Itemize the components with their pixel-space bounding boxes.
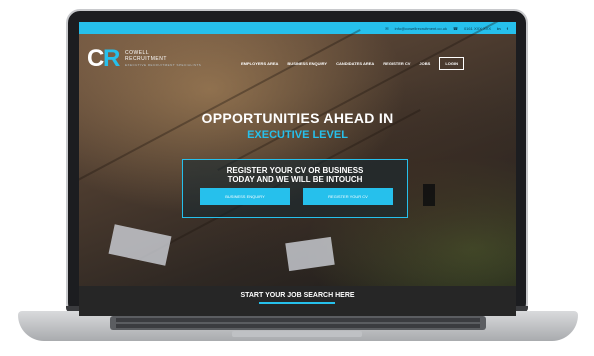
laptop-keyboard — [110, 316, 486, 330]
business-enquiry-button[interactable]: BUSINESS ENQUIRY — [200, 188, 290, 205]
contact-topbar: ✉ info@cowellrecruitment.co.uk ☎ 0161 XX… — [79, 22, 516, 34]
cta-text: REGISTER YOUR CV OR BUSINESS TODAY AND W… — [183, 166, 407, 184]
nav-jobs[interactable]: JOBS — [419, 61, 430, 66]
job-search-underline — [259, 302, 335, 304]
linkedin-icon[interactable]: in — [497, 26, 501, 31]
hero-section: C R COWELL RECRUITMENT EXECUTIVE RECRUIT… — [79, 22, 516, 286]
phone-icon: ☎ — [452, 25, 458, 31]
job-search-band: START YOUR JOB SEARCH HERE — [79, 286, 516, 316]
register-cv-button[interactable]: REGISTER YOUR CV — [303, 188, 393, 205]
laptop-trackpad — [232, 331, 362, 337]
website-screen: ✉ info@cowellrecruitment.co.uk ☎ 0161 XX… — [79, 22, 516, 316]
logo-tagline: EXECUTIVE RECRUITMENT SPECIALISTS — [125, 63, 202, 67]
logo-text: COWELL RECRUITMENT EXECUTIVE RECRUITMENT… — [125, 50, 201, 68]
register-cta-box: REGISTER YOUR CV OR BUSINESS TODAY AND W… — [182, 159, 408, 218]
hero-title: OPPORTUNITIES AHEAD IN — [201, 110, 394, 126]
site-logo[interactable]: C R COWELL RECRUITMENT EXECUTIVE RECRUIT… — [87, 46, 201, 72]
nav-register-cv[interactable]: REGISTER CV — [383, 61, 410, 66]
cta-line-1: REGISTER YOUR CV OR BUSINESS — [226, 166, 364, 175]
nav-business-enquiry[interactable]: BUSINESS ENQUIRY — [287, 61, 327, 66]
nav-candidates-area[interactable]: CANDIDATES AREA — [336, 61, 374, 66]
background-document — [285, 236, 335, 272]
login-button[interactable]: LOGIN — [439, 57, 464, 70]
floor-texture — [217, 22, 501, 171]
job-search-title: START YOUR JOB SEARCH HERE — [240, 292, 355, 299]
nav-employers-area[interactable]: EMPLOYERS AREA — [241, 61, 278, 66]
cta-line-2: TODAY AND WE WILL BE INTOUCH — [227, 175, 363, 184]
hero-subtitle: EXECUTIVE LEVEL — [247, 129, 348, 141]
background-document — [108, 224, 172, 266]
facebook-icon[interactable]: f — [507, 26, 508, 31]
background-phone — [423, 184, 435, 206]
envelope-icon: ✉ — [385, 25, 389, 31]
contact-email[interactable]: info@cowellrecruitment.co.uk — [395, 26, 447, 31]
logo-mark: C R — [87, 45, 121, 72]
main-nav: EMPLOYERS AREA BUSINESS ENQUIRY CANDIDAT… — [241, 57, 464, 70]
